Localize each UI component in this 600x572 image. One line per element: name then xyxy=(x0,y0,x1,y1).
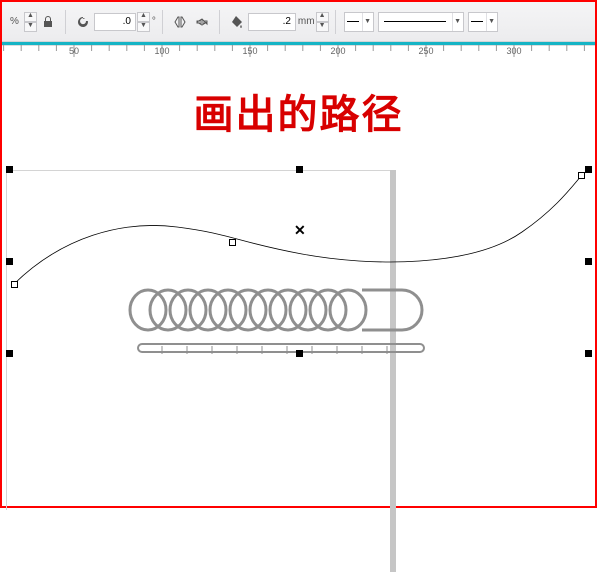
clip-shape[interactable] xyxy=(2,62,598,510)
curve-node[interactable] xyxy=(11,281,18,288)
scale-spinner[interactable]: ▲▼ xyxy=(24,12,37,32)
center-marker-icon: ✕ xyxy=(294,222,306,239)
selection-handle[interactable] xyxy=(296,350,303,357)
percent-label: % xyxy=(10,16,19,27)
line-style-picker[interactable]: ▼ xyxy=(378,12,464,32)
outline-spinner[interactable]: ▲▼ xyxy=(316,12,329,32)
lock-ratio-icon[interactable] xyxy=(39,13,57,31)
mirror-vertical-icon[interactable] xyxy=(193,13,211,31)
property-toolbar: % ▲▼ ▲▼ ° xyxy=(2,2,595,42)
end-arrow-picker[interactable]: ▼ xyxy=(468,12,498,32)
ruler-number: 250 xyxy=(418,46,433,56)
app-frame: % ▲▼ ▲▼ ° xyxy=(0,0,597,508)
scale-field: % xyxy=(8,16,19,27)
ruler-number: 300 xyxy=(506,46,521,56)
drawing-canvas[interactable]: 画出的路径 xyxy=(2,62,595,506)
curve-node[interactable] xyxy=(578,172,585,179)
degree-label: ° xyxy=(152,16,156,27)
selection-handle[interactable] xyxy=(585,350,592,357)
rotation-input[interactable] xyxy=(94,13,136,31)
rotate-icon[interactable] xyxy=(74,13,92,31)
selection-handle[interactable] xyxy=(585,258,592,265)
separator xyxy=(65,10,66,34)
selection-handle[interactable] xyxy=(585,166,592,173)
selection-handle[interactable] xyxy=(6,166,13,173)
rotation-spinner[interactable]: ▲▼ xyxy=(137,12,150,32)
separator xyxy=(335,10,336,34)
outline-unit-label: mm xyxy=(298,16,315,27)
selection-handle[interactable] xyxy=(6,350,13,357)
selection-handle[interactable] xyxy=(6,258,13,265)
start-arrow-picker[interactable]: ▼ xyxy=(344,12,374,32)
ruler-number: 150 xyxy=(242,46,257,56)
separator xyxy=(162,10,163,34)
fill-bucket-icon[interactable] xyxy=(228,13,246,31)
selection-handle[interactable] xyxy=(296,166,303,173)
ruler-number: 100 xyxy=(154,46,169,56)
ruler-number: 200 xyxy=(330,46,345,56)
mirror-horizontal-icon[interactable] xyxy=(171,13,189,31)
outline-width-input[interactable] xyxy=(248,13,296,31)
curve-node[interactable] xyxy=(229,239,236,246)
separator xyxy=(219,10,220,34)
horizontal-ruler[interactable]: 50 100 150 200 250 300 xyxy=(2,42,595,62)
ruler-number: 50 xyxy=(69,46,79,56)
